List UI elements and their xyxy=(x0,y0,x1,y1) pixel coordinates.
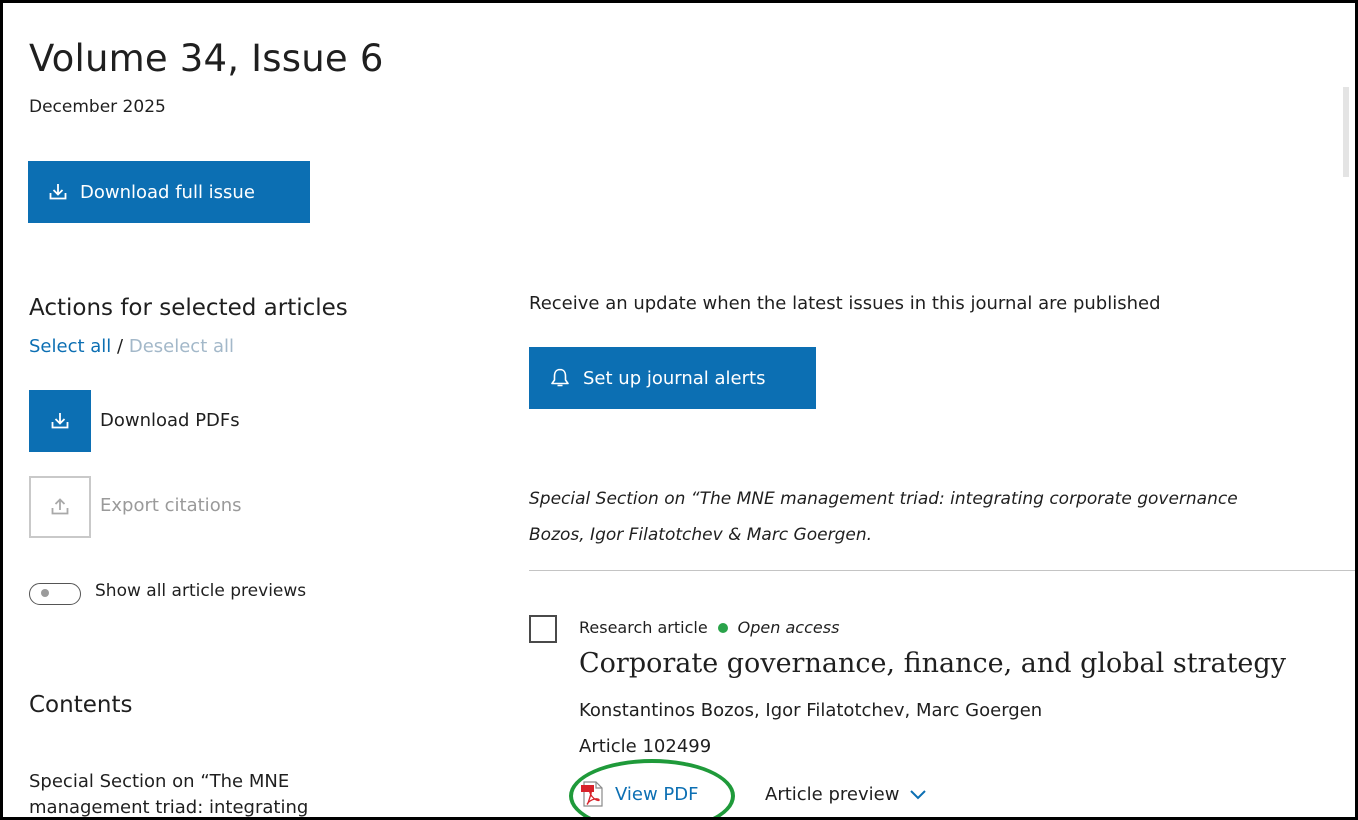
section-description: Special Section on “The MNE management t… xyxy=(529,481,1355,553)
deselect-all-link[interactable]: Deselect all xyxy=(129,336,234,357)
download-icon xyxy=(49,184,67,200)
pdf-icon xyxy=(581,781,603,807)
toggle-knob xyxy=(41,589,49,597)
chevron-down-icon xyxy=(910,789,927,799)
issue-title: Volume 34, Issue 6 xyxy=(29,37,384,80)
download-full-issue-button[interactable]: Download full issue xyxy=(28,161,310,223)
export-citations-button[interactable] xyxy=(29,476,91,538)
journal-alerts-button[interactable]: Set up journal alerts xyxy=(529,347,816,409)
section-description-line2: Bozos, Igor Filatotchev & Marc Goergen. xyxy=(529,525,873,545)
article-type: Research article xyxy=(579,618,708,637)
issue-date: December 2025 xyxy=(29,97,166,117)
section-description-line1: Special Section on “The MNE management t… xyxy=(529,489,1238,509)
article-number: Article 102499 xyxy=(579,736,712,757)
bell-icon xyxy=(551,368,569,387)
view-pdf-label: View PDF xyxy=(615,783,699,805)
show-previews-label[interactable]: Show all article previews xyxy=(95,581,306,601)
select-controls: Select all / Deselect all xyxy=(29,336,234,357)
journal-alerts-label: Set up journal alerts xyxy=(583,367,766,389)
scrollbar[interactable] xyxy=(1343,87,1349,177)
article-title-link[interactable]: Corporate governance, finance, and globa… xyxy=(579,648,1286,679)
upload-icon xyxy=(51,498,69,515)
download-pdfs-label[interactable]: Download PDFs xyxy=(100,410,240,431)
article-meta: Research article Open access xyxy=(579,618,839,637)
open-access-label: Open access xyxy=(737,618,840,637)
article-preview-toggle[interactable]: Article preview xyxy=(765,784,927,805)
contents-heading: Contents xyxy=(29,692,133,718)
page-frame: Volume 34, Issue 6 December 2025 Downloa… xyxy=(0,0,1358,820)
actions-heading: Actions for selected articles xyxy=(29,295,348,321)
alerts-prompt: Receive an update when the latest issues… xyxy=(529,293,1161,314)
open-access-dot-icon xyxy=(717,622,728,633)
download-full-issue-label: Download full issue xyxy=(80,181,255,203)
article-select-checkbox[interactable] xyxy=(529,615,557,643)
export-citations-label[interactable]: Export citations xyxy=(100,495,242,516)
download-icon xyxy=(51,413,69,429)
show-previews-toggle[interactable] xyxy=(29,583,81,605)
article-preview-label: Article preview xyxy=(765,784,900,805)
download-pdfs-button[interactable] xyxy=(29,390,91,452)
contents-item-special-section[interactable]: Special Section on “The MNE management t… xyxy=(29,769,359,817)
view-pdf-link[interactable]: View PDF xyxy=(581,781,699,807)
select-all-link[interactable]: Select all xyxy=(29,336,111,357)
select-separator: / xyxy=(117,336,124,357)
section-divider xyxy=(529,570,1355,571)
article-authors: Konstantinos Bozos, Igor Filatotchev, Ma… xyxy=(579,700,1043,721)
